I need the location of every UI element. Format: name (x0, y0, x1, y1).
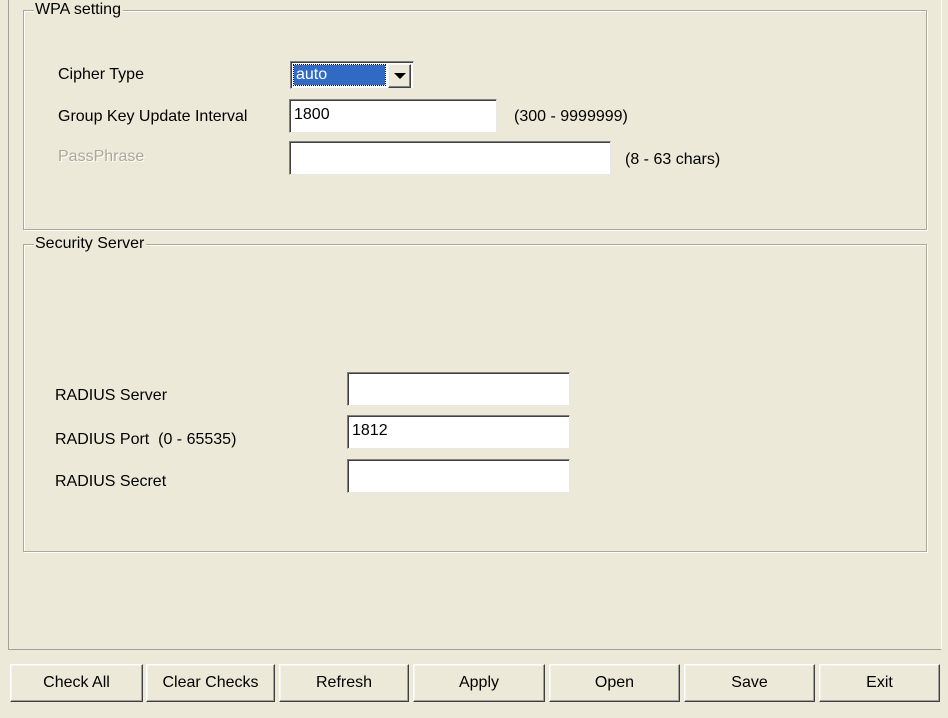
cipher-type-value: auto (293, 64, 386, 86)
open-button[interactable]: Open (549, 664, 680, 702)
radius-port-label: RADIUS Port (0 - 65535) (55, 431, 237, 448)
radius-secret-label: RADIUS Secret (55, 473, 167, 490)
group-key-interval-label: Group Key Update Interval (58, 108, 248, 125)
cipher-type-dropdown-button[interactable] (388, 64, 411, 88)
save-button[interactable]: Save (684, 664, 815, 702)
cipher-type-label: Cipher Type (58, 66, 144, 83)
group-key-interval-range: (300 - 9999999) (514, 108, 628, 125)
passphrase-range: (8 - 63 chars) (625, 151, 721, 168)
passphrase-input[interactable] (289, 141, 611, 175)
security-server-title: Security Server (34, 234, 147, 254)
apply-button[interactable]: Apply (413, 664, 545, 702)
group-key-interval-input[interactable]: 1800 (289, 99, 497, 133)
passphrase-label: PassPhrase (58, 148, 145, 165)
radius-server-label: RADIUS Server (55, 387, 168, 404)
exit-button[interactable]: Exit (819, 664, 940, 702)
radius-port-input[interactable]: 1812 (347, 415, 570, 449)
refresh-button[interactable]: Refresh (279, 664, 409, 702)
radius-server-input[interactable] (347, 372, 570, 406)
clear-checks-button[interactable]: Clear Checks (146, 664, 275, 702)
wpa-setting-title: WPA setting (34, 0, 123, 20)
chevron-down-icon (394, 73, 406, 79)
cipher-type-select[interactable]: auto (290, 61, 414, 89)
check-all-button[interactable]: Check All (10, 664, 143, 702)
radius-secret-input[interactable] (347, 459, 570, 493)
